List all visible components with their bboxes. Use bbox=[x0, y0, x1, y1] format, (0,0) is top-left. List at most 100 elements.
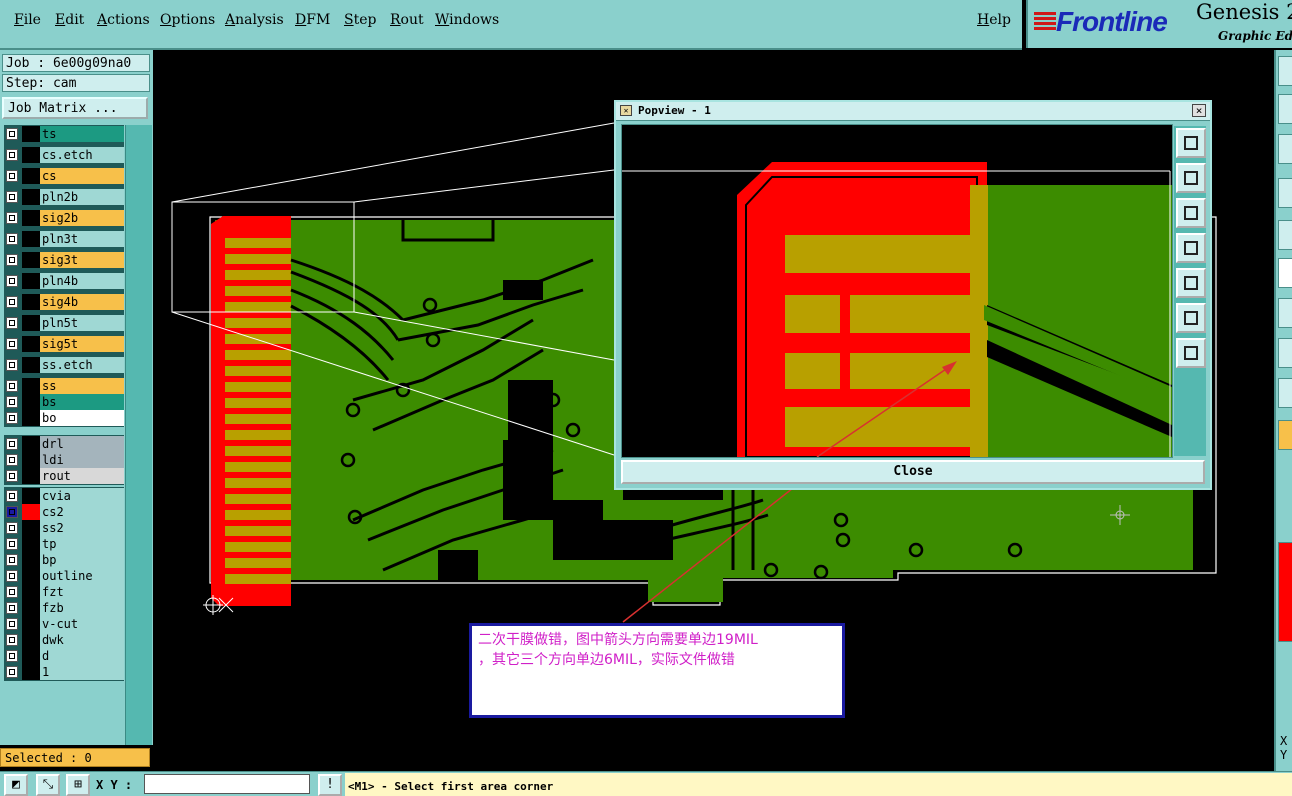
layer-name[interactable]: cs.etch bbox=[40, 147, 124, 163]
right-tool-button[interactable] bbox=[1278, 134, 1292, 164]
layer-checkbox[interactable] bbox=[6, 254, 18, 266]
layer-name[interactable]: d bbox=[40, 648, 124, 664]
layer-checkbox[interactable] bbox=[6, 554, 18, 566]
layer-name[interactable]: bp bbox=[40, 552, 124, 568]
popview-pan-right-icon[interactable] bbox=[1176, 268, 1206, 298]
layer-checkbox[interactable] bbox=[6, 666, 18, 678]
layer-name[interactable]: v-cut bbox=[40, 616, 124, 632]
right-color-swatch[interactable] bbox=[1278, 542, 1292, 642]
layer-color-swatch[interactable] bbox=[22, 231, 40, 247]
xy-input[interactable] bbox=[144, 774, 310, 794]
layer-checkbox[interactable] bbox=[6, 412, 18, 424]
layer-name[interactable]: ss2 bbox=[40, 520, 124, 536]
layer-color-swatch[interactable] bbox=[22, 452, 40, 468]
popview-pan-left-icon[interactable] bbox=[1176, 233, 1206, 263]
alert-icon[interactable]: ! bbox=[318, 774, 342, 796]
menu-rout[interactable]: Rout bbox=[390, 12, 424, 28]
layer-color-swatch[interactable] bbox=[22, 210, 40, 226]
layer-row[interactable]: drl bbox=[4, 436, 124, 452]
layer-row[interactable]: d bbox=[4, 648, 124, 664]
layer-checkbox[interactable] bbox=[6, 650, 18, 662]
layer-checkbox[interactable] bbox=[6, 470, 18, 482]
popview-pan-down-icon[interactable] bbox=[1176, 198, 1206, 228]
layer-color-swatch[interactable] bbox=[22, 336, 40, 352]
layer-row[interactable]: sig4b bbox=[4, 294, 124, 310]
layer-row[interactable]: pln4b bbox=[4, 273, 124, 289]
layer-row[interactable]: cvia bbox=[4, 488, 124, 504]
layer-color-swatch[interactable] bbox=[22, 568, 40, 584]
menu-file[interactable]: File bbox=[14, 12, 41, 28]
layer-color-swatch[interactable] bbox=[22, 294, 40, 310]
layer-checkbox[interactable] bbox=[6, 275, 18, 287]
layer-row[interactable]: ldi bbox=[4, 452, 124, 468]
layer-color-swatch[interactable] bbox=[22, 410, 40, 426]
layer-name[interactable]: drl bbox=[40, 436, 124, 452]
menu-windows[interactable]: Windows bbox=[435, 12, 499, 28]
layer-checkbox[interactable] bbox=[6, 454, 18, 466]
layer-row[interactable]: pln3t bbox=[4, 231, 124, 247]
layer-name[interactable]: sig5t bbox=[40, 336, 124, 352]
menu-step[interactable]: Step bbox=[344, 12, 376, 28]
layer-color-swatch[interactable] bbox=[22, 315, 40, 331]
popview-close-button[interactable]: Close bbox=[621, 460, 1205, 484]
layer-name[interactable]: sig3t bbox=[40, 252, 124, 268]
popview-zoom-home-icon[interactable] bbox=[1176, 128, 1206, 158]
layer-checkbox[interactable] bbox=[6, 522, 18, 534]
layer-name[interactable]: pln2b bbox=[40, 189, 124, 205]
layer-name[interactable]: fzb bbox=[40, 600, 124, 616]
layer-name[interactable]: tp bbox=[40, 536, 124, 552]
layer-name[interactable]: cs bbox=[40, 168, 124, 184]
layer-name[interactable]: sig2b bbox=[40, 210, 124, 226]
layer-color-swatch[interactable] bbox=[22, 126, 40, 142]
layer-row[interactable]: dwk bbox=[4, 632, 124, 648]
layer-color-swatch[interactable] bbox=[22, 520, 40, 536]
menu-edit[interactable]: Edit bbox=[55, 12, 84, 28]
layer-color-swatch[interactable] bbox=[22, 616, 40, 632]
layer-checkbox[interactable] bbox=[6, 634, 18, 646]
menu-dfm[interactable]: DFM bbox=[295, 12, 330, 28]
layer-checkbox[interactable] bbox=[6, 538, 18, 550]
right-tool-button[interactable] bbox=[1278, 94, 1292, 124]
layer-name[interactable]: sig4b bbox=[40, 294, 124, 310]
layer-color-swatch[interactable] bbox=[22, 552, 40, 568]
layer-row[interactable]: ss bbox=[4, 378, 124, 394]
layer-checkbox[interactable] bbox=[6, 170, 18, 182]
layer-name[interactable]: pln3t bbox=[40, 231, 124, 247]
right-tool-button[interactable] bbox=[1278, 258, 1292, 288]
layer-name[interactable]: 1 bbox=[40, 664, 124, 680]
layer-name[interactable]: ts bbox=[40, 126, 124, 142]
layer-row[interactable]: cs.etch bbox=[4, 147, 124, 163]
layer-row[interactable]: rout bbox=[4, 468, 124, 484]
layer-name[interactable]: pln4b bbox=[40, 273, 124, 289]
popview-zoom-in-icon[interactable] bbox=[1176, 303, 1206, 333]
layer-color-swatch[interactable] bbox=[22, 357, 40, 373]
layer-checkbox[interactable] bbox=[6, 359, 18, 371]
layer-name[interactable]: cvia bbox=[40, 488, 124, 504]
layer-name[interactable]: ss.etch bbox=[40, 357, 124, 373]
layer-name[interactable]: cs2 bbox=[40, 504, 124, 520]
layer-row[interactable]: cs bbox=[4, 168, 124, 184]
layer-checkbox[interactable] bbox=[6, 149, 18, 161]
layer-color-swatch[interactable] bbox=[22, 147, 40, 163]
layer-name[interactable]: bo bbox=[40, 410, 124, 426]
popview-titlebar[interactable]: ✕ Popview - 1 × bbox=[616, 102, 1210, 121]
layer-row[interactable]: ss2 bbox=[4, 520, 124, 536]
layer-color-swatch[interactable] bbox=[22, 436, 40, 452]
right-tool-button[interactable] bbox=[1278, 178, 1292, 208]
layer-row[interactable]: bo bbox=[4, 410, 124, 426]
layer-row[interactable]: bs bbox=[4, 394, 124, 410]
layer-name[interactable]: bs bbox=[40, 394, 124, 410]
layer-row[interactable]: pln2b bbox=[4, 189, 124, 205]
popview-canvas[interactable] bbox=[621, 124, 1173, 458]
layer-color-swatch[interactable] bbox=[22, 189, 40, 205]
select-tool-icon[interactable]: ◩ bbox=[4, 774, 28, 796]
layer-color-swatch[interactable] bbox=[22, 468, 40, 484]
layer-color-swatch[interactable] bbox=[22, 378, 40, 394]
layer-checkbox[interactable] bbox=[6, 212, 18, 224]
layer-row[interactable]: sig3t bbox=[4, 252, 124, 268]
layer-color-swatch[interactable] bbox=[22, 664, 40, 680]
layer-name[interactable]: fzt bbox=[40, 584, 124, 600]
layer-checkbox[interactable] bbox=[6, 438, 18, 450]
layer-row[interactable]: sig5t bbox=[4, 336, 124, 352]
layer-checkbox[interactable] bbox=[6, 191, 18, 203]
